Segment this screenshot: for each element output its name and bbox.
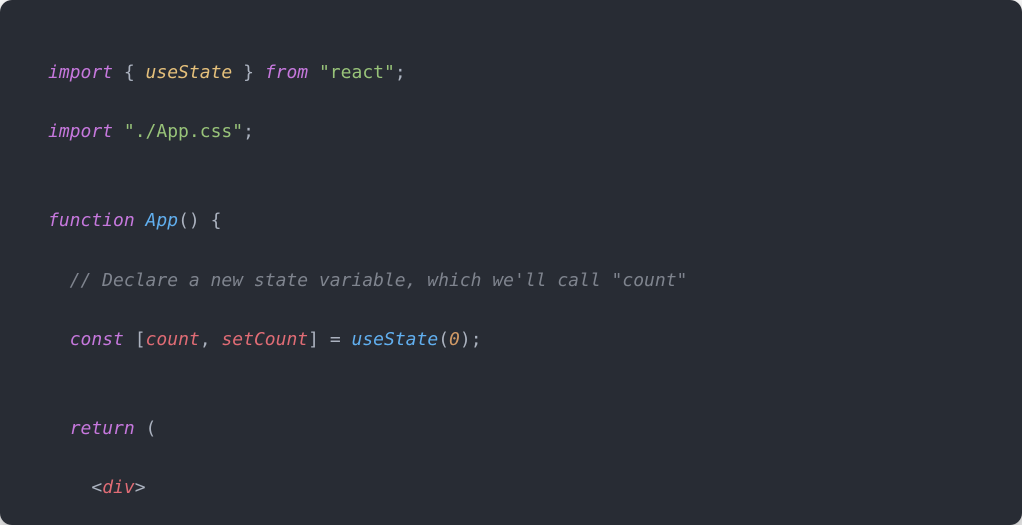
code-line-4: function App() {: [48, 206, 974, 236]
jsx-tag-div: div: [102, 477, 135, 498]
keyword-import: import: [48, 62, 113, 83]
keyword-function: function: [48, 210, 135, 231]
string-react: "react": [319, 62, 395, 83]
code-line-9: <div>: [48, 473, 974, 503]
string-appcss: "./App.css": [124, 121, 243, 142]
code-line-5: // Declare a new state variable, which w…: [48, 266, 974, 296]
variable-setcount: setCount: [221, 329, 308, 350]
variable-count: count: [146, 329, 200, 350]
comment: // Declare a new state variable, which w…: [48, 270, 687, 291]
code-line-8: return (: [48, 414, 974, 444]
keyword-from: from: [265, 62, 308, 83]
identifier-usestate: useState: [146, 62, 233, 83]
code-block: import { useState } from "react"; import…: [0, 0, 1022, 525]
number-zero: 0: [449, 329, 460, 350]
function-name-app: App: [146, 210, 179, 231]
keyword-const: const: [70, 329, 124, 350]
code-line-2: import "./App.css";: [48, 117, 974, 147]
keyword-return: return: [70, 418, 135, 439]
code-line-1: import { useState } from "react";: [48, 58, 974, 88]
call-usestate: useState: [352, 329, 439, 350]
code-line-6: const [count, setCount] = useState(0);: [48, 325, 974, 355]
